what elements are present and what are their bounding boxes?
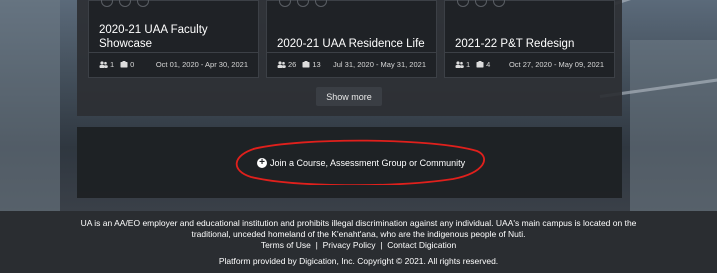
items-count: 0 <box>130 59 135 69</box>
members-count: 26 <box>288 59 297 69</box>
footer: UA is an AA/EO employer and educational … <box>0 211 717 273</box>
members-icon <box>455 60 464 68</box>
footer-disclaimer: UA is an AA/EO employer and educational … <box>80 218 637 228</box>
card-title: 2020-21 UAA Residence Life <box>277 38 425 50</box>
items-icon <box>476 60 484 68</box>
card-faculty-showcase[interactable]: 2020-21 UAA Faculty Showcase 1 0 Oct 01,… <box>88 0 259 78</box>
join-link[interactable]: + Join a Course, Assessment Group or Com… <box>257 156 465 170</box>
footer-disclaimer: traditional, unceded homeland of the K'e… <box>191 229 526 239</box>
join-label: Join a Course, Assessment Group or Commu… <box>270 158 466 168</box>
card-meta: 1 4 Oct 27, 2020 - May 09, 2021 <box>455 58 604 70</box>
building-right <box>630 40 717 211</box>
footer-links: Terms of Use | Privacy Policy | Contact … <box>0 240 717 252</box>
card-residence-life[interactable]: 2020-21 UAA Residence Life 26 13 Jul 31,… <box>266 0 437 78</box>
members-icon <box>99 60 108 68</box>
card-divider <box>445 52 614 53</box>
footer-copyright: Platform provided by Digication, Inc. Co… <box>218 256 499 266</box>
link-separator: | <box>315 240 318 250</box>
card-dates: Oct 01, 2020 - Apr 30, 2021 <box>155 59 248 69</box>
card-meta: 26 13 Jul 31, 2020 - May 31, 2021 <box>277 58 426 70</box>
card-divider <box>89 52 258 53</box>
show-more-button[interactable]: Show more <box>316 87 382 106</box>
card-dates: Jul 31, 2020 - May 31, 2021 <box>333 59 426 69</box>
items-icon <box>120 60 128 68</box>
plus-circle-icon: + <box>257 158 267 168</box>
card-divider <box>267 52 436 53</box>
terms-of-use-link[interactable]: Terms of Use <box>261 240 311 250</box>
card-pt-redesign[interactable]: 2021-22 P&T Redesign 1 4 Oct 27, 2020 - … <box>444 0 615 78</box>
members-count: 1 <box>110 59 115 69</box>
privacy-policy-link[interactable]: Privacy Policy <box>323 240 376 250</box>
card-title: 2020-21 UAA Faculty Showcase <box>99 24 208 50</box>
card-dates: Oct 27, 2020 - May 09, 2021 <box>508 59 604 69</box>
card-meta: 1 0 Oct 01, 2020 - Apr 30, 2021 <box>99 58 248 70</box>
items-count: 4 <box>486 59 491 69</box>
card-title: 2021-22 P&T Redesign <box>455 38 575 50</box>
card-avatar-row <box>279 0 327 7</box>
card-avatar-row <box>457 0 505 7</box>
items-count: 13 <box>312 59 321 69</box>
members-icon <box>277 60 286 68</box>
items-icon <box>302 60 310 68</box>
building-left <box>0 0 60 211</box>
contact-digication-link[interactable]: Contact Digication <box>387 240 456 250</box>
members-count: 1 <box>466 59 471 69</box>
card-avatar-row <box>101 0 149 7</box>
link-separator: | <box>380 240 383 250</box>
